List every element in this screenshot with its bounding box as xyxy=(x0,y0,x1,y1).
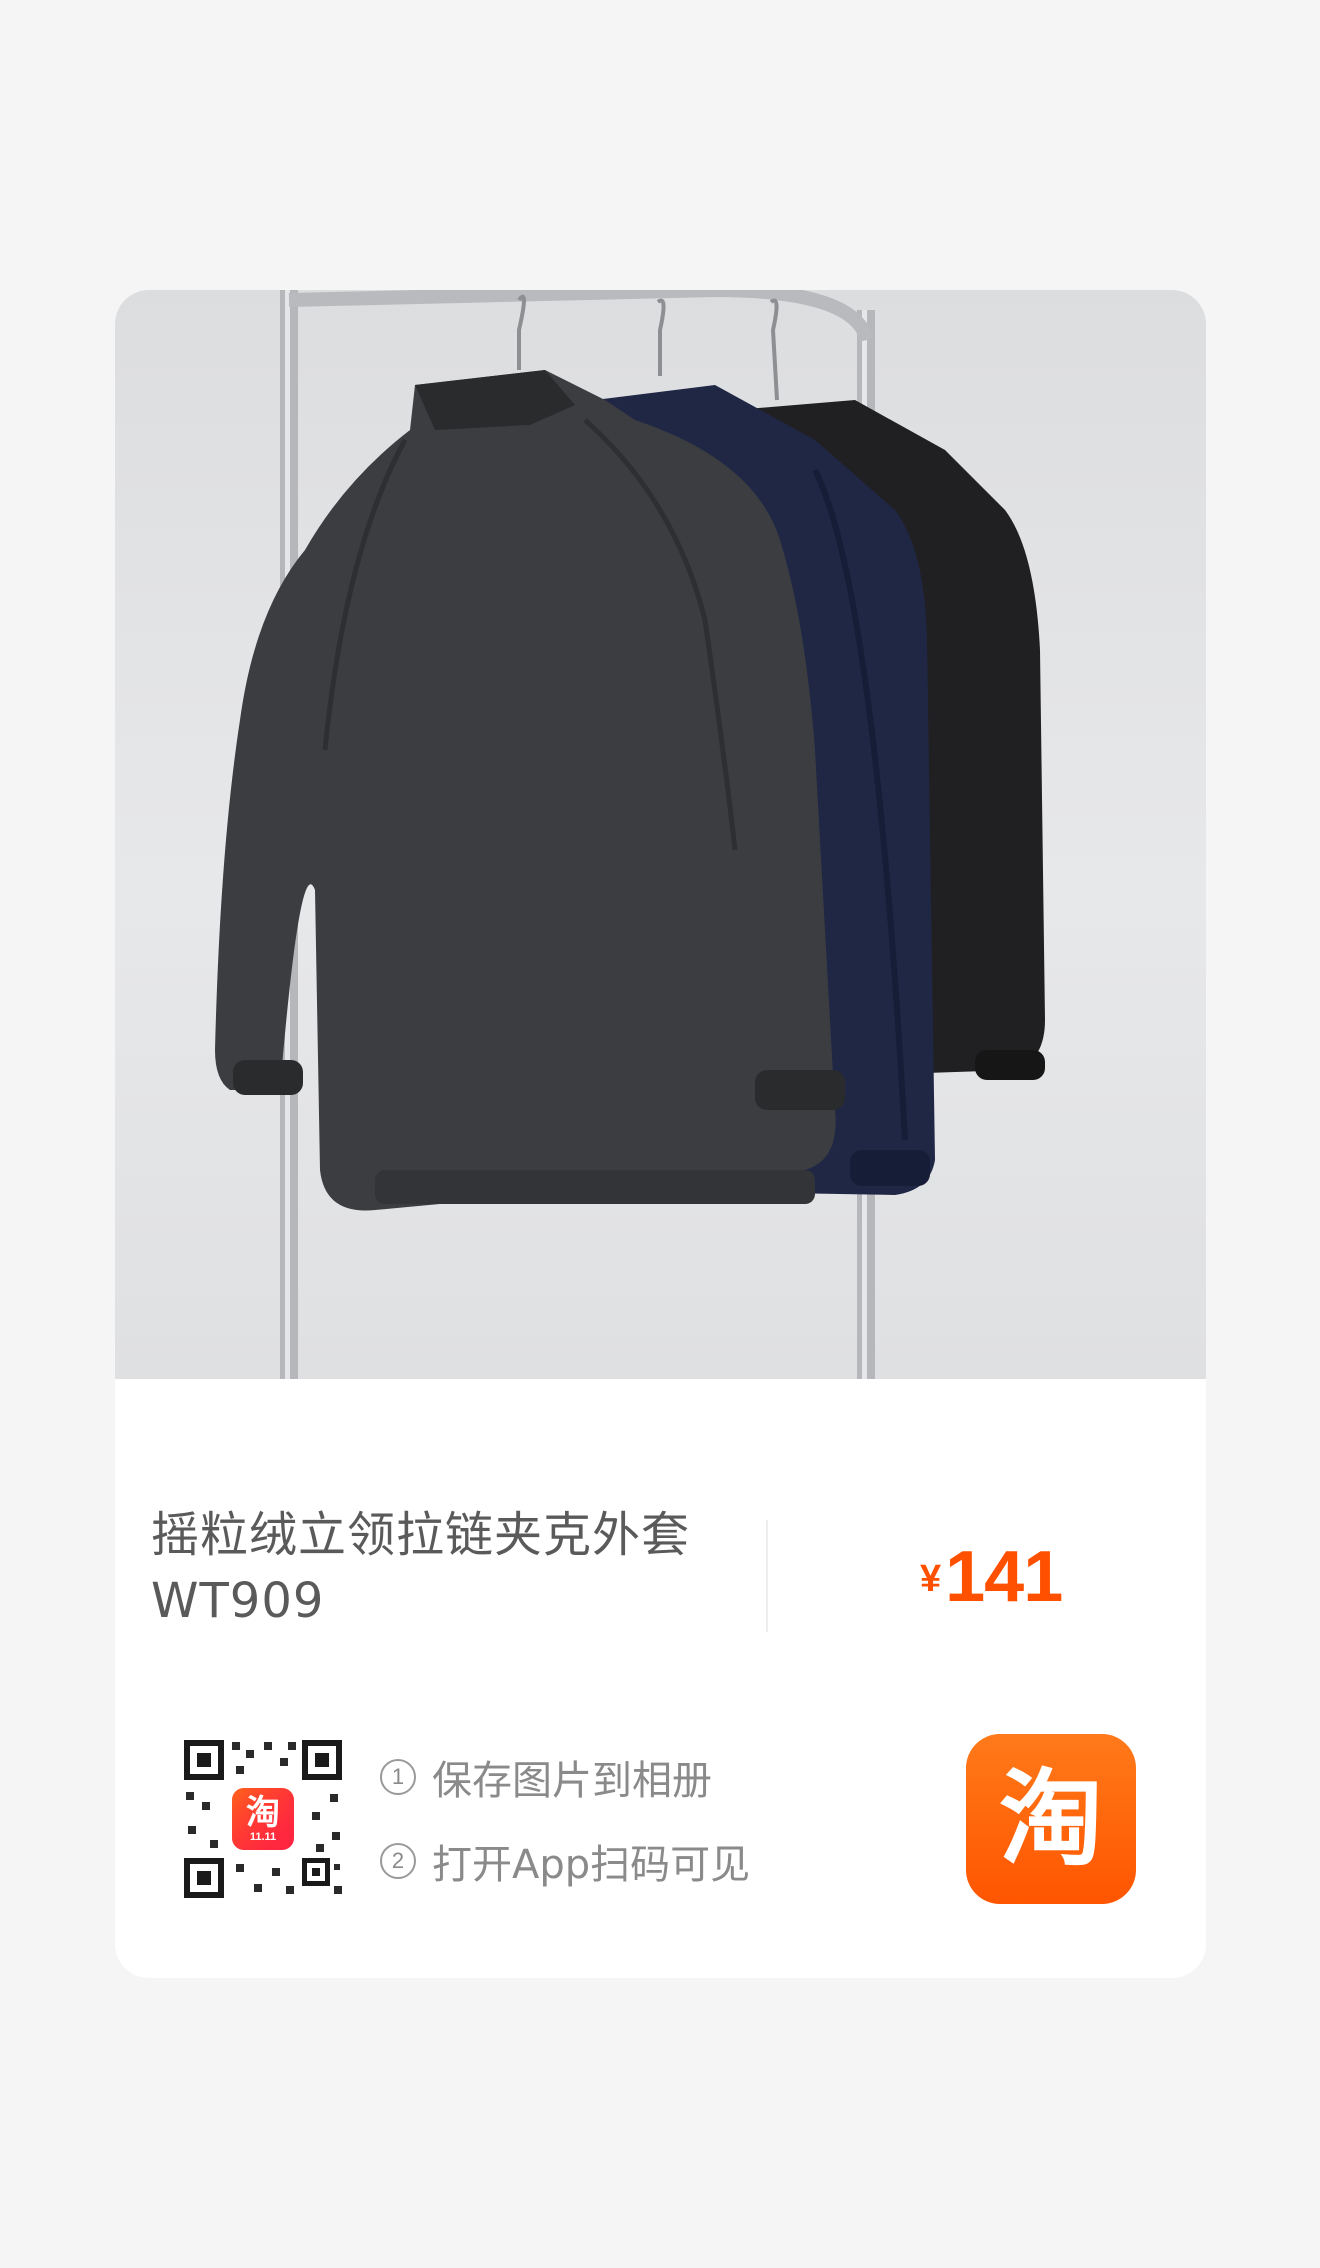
price-currency: ¥ xyxy=(920,1558,942,1600)
taobao-icon: 淘 xyxy=(966,1734,1136,1904)
product-title-line2: WT909 xyxy=(151,1573,325,1629)
step-save-text: 保存图片到相册 xyxy=(432,1758,712,1804)
taobao-icon-glyph: 淘 xyxy=(998,1758,1103,1880)
qr-badge-glyph: 淘 xyxy=(246,1793,280,1833)
step-number-icon: 2 xyxy=(380,1843,416,1879)
step-save: 1 保存图片到相册 xyxy=(380,1748,750,1806)
share-steps: 1 保存图片到相册 2 打开App扫码可见 xyxy=(380,1748,750,1916)
product-image xyxy=(115,290,1206,1379)
share-card: 摇粒绒立领拉链夹克外套 WT909 ¥141 淘 11.11 1 保存图片到相册… xyxy=(115,290,1206,1978)
product-title-line1: 摇粒绒立领拉链夹克外套 xyxy=(151,1507,691,1563)
product-price: ¥141 xyxy=(920,1536,1063,1618)
step-number-icon: 1 xyxy=(380,1759,416,1795)
step-open-app-text: 打开App扫码可见 xyxy=(432,1842,751,1888)
step-open-app: 2 打开App扫码可见 xyxy=(380,1832,750,1890)
qr-badge: 淘 11.11 xyxy=(232,1788,294,1850)
product-title: 摇粒绒立领拉链夹克外套 WT909 xyxy=(151,1502,711,1634)
price-value: 141 xyxy=(945,1537,1063,1617)
divider xyxy=(766,1520,768,1632)
qr-code: 淘 11.11 xyxy=(180,1736,346,1902)
qr-badge-sub: 11.11 xyxy=(249,1831,277,1843)
